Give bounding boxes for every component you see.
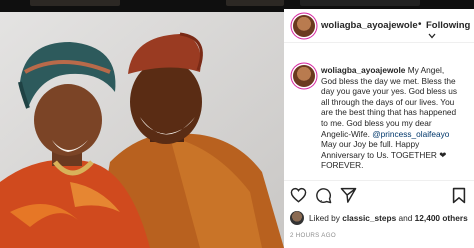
caption-section: woliagba_ayoajewole My Angel, God bless …	[284, 43, 474, 203]
mention-link[interactable]: @princess_olaifeayo	[372, 129, 449, 139]
caption-username[interactable]: woliagba_ayoajewole	[321, 65, 405, 75]
bookmark-icon[interactable]	[452, 187, 466, 204]
comment-icon[interactable]	[315, 187, 332, 204]
thumbnail[interactable]	[30, 0, 120, 6]
heart-icon[interactable]	[290, 187, 307, 203]
action-bar	[284, 181, 474, 209]
couple-image	[0, 12, 284, 248]
likes-count[interactable]: 12,400 others	[415, 213, 468, 223]
post-header: woliagba_ayoajewole • Following	[284, 9, 474, 43]
post-timestamp[interactable]: 2 HOURS AGO	[290, 232, 336, 239]
separator-dot: •	[418, 19, 422, 30]
following-label: Following	[426, 20, 471, 31]
share-icon[interactable]	[340, 187, 357, 203]
post-photo[interactable]	[0, 12, 284, 248]
liker-username[interactable]: classic_steps	[342, 213, 396, 223]
post-side-panel: woliagba_ayoajewole • Following woliagba…	[284, 9, 474, 248]
caption-text: woliagba_ayoajewole My Angel, God bless …	[321, 65, 458, 171]
avatar[interactable]	[293, 65, 315, 87]
thumbnail[interactable]	[226, 0, 284, 6]
heart-emoji: ❤	[439, 149, 447, 160]
likes-text: Liked by classic_steps and 12,400 others	[309, 213, 468, 223]
liker-avatar[interactable]	[290, 211, 304, 225]
chevron-down-icon	[428, 34, 436, 39]
thumbnail[interactable]	[300, 0, 420, 6]
avatar[interactable]	[293, 15, 315, 37]
likes-row: Liked by classic_steps and 12,400 others	[284, 210, 474, 230]
following-button[interactable]: Following	[426, 20, 474, 42]
username-link[interactable]: woliagba_ayoajewole	[321, 20, 418, 31]
